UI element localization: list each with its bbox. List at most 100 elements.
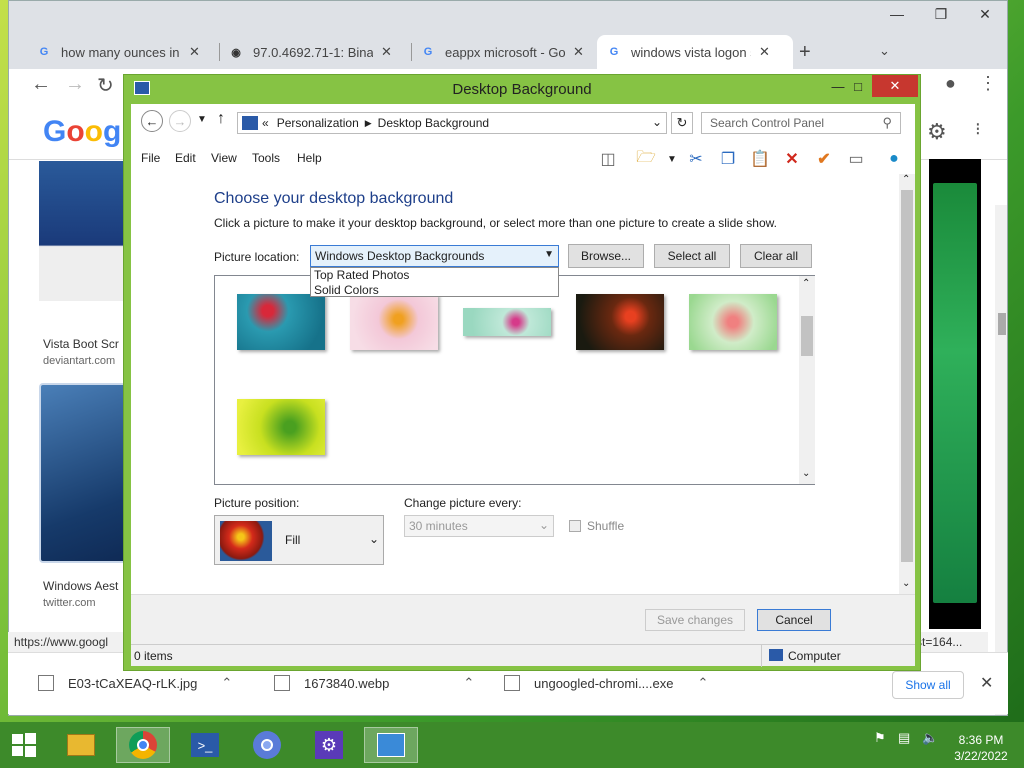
checkbox-box[interactable]: [569, 520, 581, 532]
clear-all-button[interactable]: Clear all: [740, 244, 812, 268]
preview-image[interactable]: [933, 183, 977, 603]
taskbar-file-explorer[interactable]: [54, 727, 108, 763]
chevron-up-icon[interactable]: ⌃: [697, 675, 708, 691]
chevron-up-icon[interactable]: ⌃: [221, 675, 232, 691]
start-button[interactable]: [0, 727, 48, 763]
forward-icon[interactable]: →: [169, 110, 191, 132]
wallpaper-thumbnail[interactable]: [463, 308, 551, 336]
close-tab-icon[interactable]: ✕: [189, 44, 200, 60]
close-shelf-icon[interactable]: ✕: [980, 673, 993, 693]
taskbar-control-panel[interactable]: [364, 727, 418, 763]
wallpaper-thumbnail[interactable]: [576, 294, 664, 350]
folder-check-icon[interactable]: 🗁: [635, 148, 657, 170]
chevron-down-icon[interactable]: ⌄: [902, 578, 910, 589]
chevron-up-icon[interactable]: ⌃: [902, 174, 910, 185]
breadcrumb-overflow[interactable]: «: [262, 116, 269, 130]
menu-edit[interactable]: Edit: [175, 151, 196, 165]
tab-3[interactable]: G eappx microsoft - Goog ✕: [411, 35, 594, 69]
wallpaper-thumbnail[interactable]: [237, 294, 325, 350]
checkmark-icon[interactable]: ✔: [813, 148, 835, 170]
minimize-icon[interactable]: —: [875, 1, 919, 27]
download-item[interactable]: ungoogled-chromi....exe ⌃: [504, 675, 708, 691]
layout-pane-icon[interactable]: ◫: [597, 148, 619, 170]
wallpaper-thumbnail[interactable]: [689, 294, 777, 350]
more-icon[interactable]: ⋮: [979, 73, 997, 94]
taskbar-chromium[interactable]: [240, 727, 294, 763]
network-icon[interactable]: ▤: [898, 730, 910, 746]
show-all-button[interactable]: Show all: [892, 671, 964, 699]
settings-gear-icon[interactable]: ⚙: [927, 119, 947, 145]
close-tab-icon[interactable]: ✕: [573, 44, 584, 60]
wallpaper-thumbnail[interactable]: [350, 294, 438, 350]
system-clock[interactable]: 8:36 PM 3/22/2022: [948, 732, 1014, 764]
address-bar[interactable]: « Personalization ▶ Desktop Background ⌄: [237, 112, 667, 134]
save-changes-button[interactable]: Save changes: [645, 609, 745, 631]
change-picture-select[interactable]: 30 minutes ⌄: [404, 515, 554, 537]
close-tab-icon[interactable]: ✕: [759, 44, 770, 60]
chevron-down-icon[interactable]: ▼: [544, 249, 554, 260]
close-icon[interactable]: ✕: [963, 1, 1007, 27]
gallery-scrollbar[interactable]: ⌃ ⌄: [799, 276, 815, 484]
volume-muted-icon[interactable]: 🔈: [922, 730, 938, 746]
download-item[interactable]: E03-tCaXEAQ-rLK.jpg ⌃: [38, 675, 232, 691]
close-tab-icon[interactable]: ✕: [381, 44, 392, 60]
chevron-down-icon[interactable]: ⌄: [652, 115, 662, 129]
download-item[interactable]: 1673840.webp ⌃: [274, 675, 474, 691]
chevron-up-icon[interactable]: ⌃: [463, 675, 474, 691]
restore-icon[interactable]: ❐: [919, 1, 963, 27]
reload-icon[interactable]: ↻: [97, 73, 114, 98]
paste-icon[interactable]: 📋: [749, 148, 771, 170]
back-icon[interactable]: ←: [31, 73, 51, 96]
result-caption[interactable]: Windows Aest: [43, 579, 118, 593]
back-icon[interactable]: ←: [141, 110, 163, 132]
apps-grid-icon[interactable]: ⁝: [975, 119, 981, 140]
tab-4-active[interactable]: G windows vista logon sc ✕: [597, 35, 793, 69]
result-caption[interactable]: Vista Boot Scr: [43, 337, 119, 351]
delete-icon[interactable]: ✕: [781, 148, 803, 170]
chevron-down-icon[interactable]: ▼: [661, 148, 683, 170]
recent-chevron-icon[interactable]: ▼: [197, 114, 207, 125]
tab-1[interactable]: G how many ounces in a g ✕: [27, 35, 210, 69]
breadcrumb-desktop-background[interactable]: Desktop Background: [378, 116, 489, 130]
search-input[interactable]: Search Control Panel ⚲: [701, 112, 901, 134]
chevron-down-icon[interactable]: ⌄: [539, 518, 549, 532]
menu-view[interactable]: View: [211, 151, 237, 165]
refresh-icon[interactable]: ↻: [671, 112, 693, 134]
copy-icon[interactable]: ❐: [717, 148, 739, 170]
maximize-icon[interactable]: □: [844, 75, 872, 97]
content-scrollbar[interactable]: ⌃ ⌄: [899, 174, 915, 594]
wallpaper-thumbnail[interactable]: [237, 399, 325, 455]
breadcrumb-personalization[interactable]: Personalization: [277, 116, 359, 130]
picture-location-select[interactable]: Windows Desktop Backgrounds ▼: [310, 245, 559, 267]
cut-icon[interactable]: ✂: [685, 148, 707, 170]
properties-icon[interactable]: ▭: [845, 148, 867, 170]
taskbar-powershell[interactable]: >_: [178, 727, 232, 763]
new-tab-icon[interactable]: +: [799, 41, 811, 64]
cancel-button[interactable]: Cancel: [757, 609, 831, 631]
chevron-up-icon[interactable]: ⌃: [802, 278, 810, 289]
action-center-flag-icon[interactable]: ⚑: [874, 730, 886, 746]
chevron-down-icon[interactable]: ⌄: [802, 468, 810, 479]
chevron-down-icon[interactable]: ⌄: [879, 43, 890, 59]
result-image-2[interactable]: [39, 383, 131, 563]
close-icon[interactable]: ✕: [872, 75, 918, 97]
page-scrollbar[interactable]: [995, 205, 1007, 715]
taskbar-chrome[interactable]: [116, 727, 170, 763]
result-image-1[interactable]: [39, 161, 123, 301]
chevron-down-icon[interactable]: ⌄: [369, 532, 379, 546]
search-icon[interactable]: ⚲: [882, 115, 892, 131]
shuffle-checkbox[interactable]: Shuffle: [569, 519, 624, 533]
google-logo[interactable]: Googl: [43, 115, 130, 149]
browse-button[interactable]: Browse...: [568, 244, 644, 268]
up-arrow-icon[interactable]: ↑: [217, 110, 225, 128]
option-solid-colors[interactable]: Solid Colors: [311, 283, 558, 298]
breadcrumb-separator-icon[interactable]: ▶: [365, 118, 372, 129]
taskbar-settings[interactable]: ⚙: [302, 727, 356, 763]
forward-icon[interactable]: →: [65, 73, 85, 96]
select-all-button[interactable]: Select all: [654, 244, 730, 268]
tab-2[interactable]: ◉ 97.0.4692.71-1: Binaries ✕: [219, 35, 402, 69]
picture-position-select[interactable]: Fill ⌄: [214, 515, 384, 565]
menu-file[interactable]: File: [141, 151, 160, 165]
menu-tools[interactable]: Tools: [252, 151, 280, 165]
menu-help[interactable]: Help: [297, 151, 322, 165]
